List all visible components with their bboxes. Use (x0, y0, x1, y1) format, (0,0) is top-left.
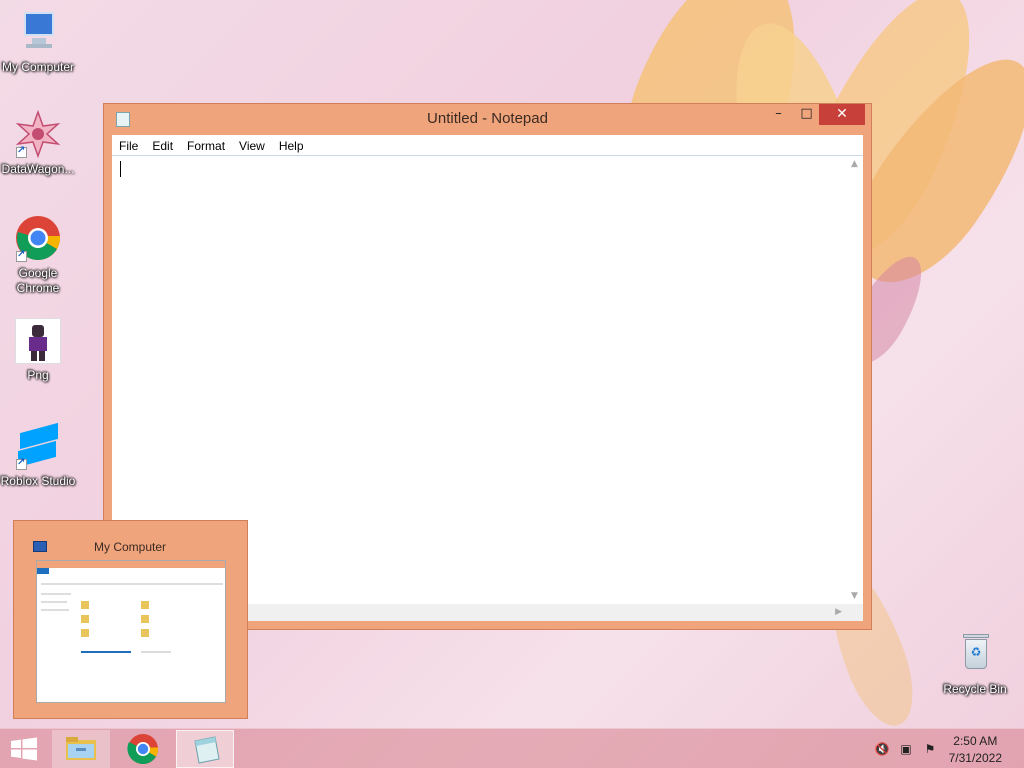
desktop-icon-my-computer[interactable]: My Computer (0, 8, 78, 75)
windows-logo-icon (11, 737, 37, 761)
scroll-up-icon[interactable]: ▲ (851, 159, 858, 169)
window-title: Untitled - Notepad (427, 110, 548, 127)
start-button[interactable] (0, 729, 48, 768)
menu-bar: File Edit Format View Help (112, 135, 863, 156)
chrome-icon (127, 734, 159, 765)
desktop-icon-google-chrome[interactable]: Google Chrome (0, 214, 78, 296)
menu-file[interactable]: File (112, 136, 145, 153)
desktop-icon-recycle-bin[interactable]: ♻ Recycle Bin (935, 630, 1015, 697)
volume-muted-icon[interactable]: 🔇 (874, 742, 890, 756)
scroll-right-icon[interactable]: ▶ (835, 607, 842, 617)
file-explorer-icon (66, 737, 96, 760)
desktop-icon-png[interactable]: Png (0, 318, 78, 383)
maximize-button[interactable]: □ (792, 104, 821, 125)
title-bar[interactable]: Untitled - Notepad – □ ✕ (104, 104, 871, 134)
taskbar: 🔇 ▣ ⚑ 2:50 AM 7/31/2022 (0, 728, 1024, 768)
vertical-scrollbar[interactable]: ▲ ▼ (846, 156, 863, 604)
taskbar-thumbnail-preview[interactable]: My Computer (13, 520, 248, 719)
computer-icon (33, 541, 47, 552)
resize-grip[interactable] (846, 604, 863, 621)
menu-edit[interactable]: Edit (145, 136, 180, 153)
taskbar-file-explorer[interactable] (52, 730, 110, 768)
system-clock[interactable]: 2:50 AM 7/31/2022 (949, 733, 1002, 767)
desktop-icon-label: My Computer (1, 60, 75, 74)
clock-date: 7/31/2022 (948, 751, 1002, 765)
taskbar-notepad[interactable] (176, 730, 234, 768)
desktop-icon-datawagon[interactable]: DataWagon... (0, 109, 78, 177)
desktop-icon-label: Recycle Bin (943, 682, 1007, 696)
png-image-icon (15, 318, 61, 364)
notepad-icon (194, 736, 220, 764)
clock-time: 2:50 AM (953, 734, 998, 748)
text-caret (120, 161, 121, 177)
desktop-icon-label: Roblox Studio (0, 474, 76, 488)
action-center-icon[interactable]: ⚑ (922, 742, 938, 756)
close-button[interactable]: ✕ (819, 104, 865, 125)
computer-icon (14, 8, 62, 56)
taskbar-chrome[interactable] (114, 730, 172, 768)
shortcut-arrow-icon (16, 145, 27, 158)
minimize-button[interactable]: – (764, 104, 793, 125)
thumbnail-window-preview (36, 560, 226, 703)
desktop-icon-roblox-studio[interactable]: Roblox Studio (0, 422, 78, 489)
desktop-icon-label: DataWagon... (1, 162, 75, 176)
menu-help[interactable]: Help (272, 136, 311, 153)
scroll-down-icon[interactable]: ▼ (851, 591, 858, 601)
thumbnail-title: My Computer (94, 540, 167, 554)
shortcut-arrow-icon (16, 249, 27, 262)
desktop-icon-label: Google Chrome (16, 266, 60, 295)
shortcut-arrow-icon (16, 457, 27, 470)
roblox-studio-icon (14, 422, 62, 470)
menu-format[interactable]: Format (180, 136, 232, 153)
chrome-icon (14, 214, 62, 262)
network-icon[interactable]: ▣ (898, 742, 914, 756)
recycle-bin-icon: ♻ (951, 630, 999, 678)
menu-view[interactable]: View (232, 136, 272, 153)
datawagon-icon (14, 109, 62, 159)
desktop-icon-label: Png (27, 368, 49, 382)
